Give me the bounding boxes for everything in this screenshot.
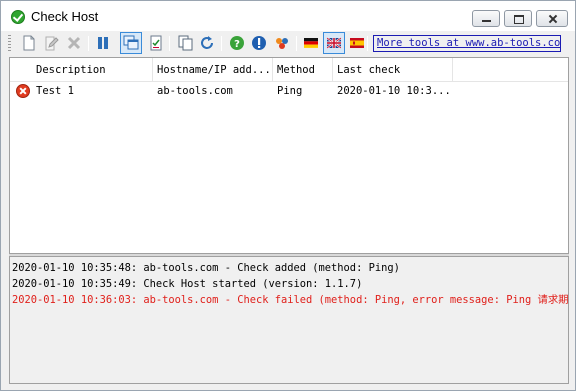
close-button[interactable] bbox=[536, 10, 568, 27]
title-bar[interactable]: Check Host bbox=[1, 1, 575, 31]
list-item[interactable]: Test 1 ab-tools.com Ping 2020-01-10 10:3… bbox=[10, 82, 568, 100]
column-method[interactable]: Method bbox=[277, 58, 331, 82]
help-icon[interactable]: ? bbox=[228, 34, 246, 52]
check-host-app-icon bbox=[11, 10, 25, 24]
window-title: Check Host bbox=[31, 9, 99, 24]
log-line: 2020-01-10 10:35:49: Check Host started … bbox=[12, 278, 363, 290]
row-method: Ping bbox=[277, 85, 303, 97]
heart-icon[interactable] bbox=[273, 34, 291, 52]
edit-icon[interactable] bbox=[42, 34, 60, 52]
copy-icon[interactable] bbox=[176, 34, 194, 52]
more-tools-link[interactable]: More tools at www.ab-tools.com bbox=[373, 35, 561, 52]
refresh-icon[interactable] bbox=[198, 34, 216, 52]
main-window: Check Host ? More tools at www.ab-tools.… bbox=[0, 0, 576, 391]
toolbar-separator bbox=[296, 36, 297, 51]
error-status-icon bbox=[16, 84, 30, 98]
flag-spain-icon[interactable] bbox=[348, 34, 366, 52]
log-line-error: 2020-01-10 10:36:03: ab-tools.com - Chec… bbox=[12, 294, 569, 306]
column-hostname[interactable]: Hostname/IP add... bbox=[157, 58, 269, 82]
svg-text:?: ? bbox=[234, 39, 240, 50]
windows-icon[interactable] bbox=[120, 32, 142, 54]
toolbar-separator bbox=[88, 36, 89, 51]
maximize-button[interactable] bbox=[504, 10, 532, 27]
toolbar-separator bbox=[221, 36, 222, 51]
checks-list[interactable]: Description Hostname/IP add... Method La… bbox=[9, 57, 569, 254]
minimize-button[interactable] bbox=[472, 10, 500, 27]
flag-germany-icon[interactable] bbox=[302, 34, 320, 52]
toolbar-separator bbox=[367, 36, 368, 51]
log-line: 2020-01-10 10:35:48: ab-tools.com - Chec… bbox=[12, 262, 400, 274]
info-icon[interactable] bbox=[250, 34, 268, 52]
log-panel[interactable]: 2020-01-10 10:35:48: ab-tools.com - Chec… bbox=[9, 256, 569, 384]
toolbar-grip[interactable] bbox=[8, 35, 11, 51]
column-last-check[interactable]: Last check bbox=[337, 58, 451, 82]
row-host: ab-tools.com bbox=[157, 85, 233, 97]
checklist-icon[interactable] bbox=[147, 34, 165, 52]
flag-uk-icon[interactable] bbox=[323, 32, 345, 54]
list-header: Description Hostname/IP add... Method La… bbox=[10, 58, 568, 82]
delete-icon[interactable] bbox=[65, 34, 83, 52]
new-document-icon[interactable] bbox=[20, 34, 38, 52]
row-last-check: 2020-01-10 10:3... bbox=[337, 85, 451, 97]
toolbar-separator bbox=[169, 36, 170, 51]
pause-icon[interactable] bbox=[94, 34, 112, 52]
row-description: Test 1 bbox=[36, 85, 74, 97]
column-description[interactable]: Description bbox=[36, 58, 148, 82]
